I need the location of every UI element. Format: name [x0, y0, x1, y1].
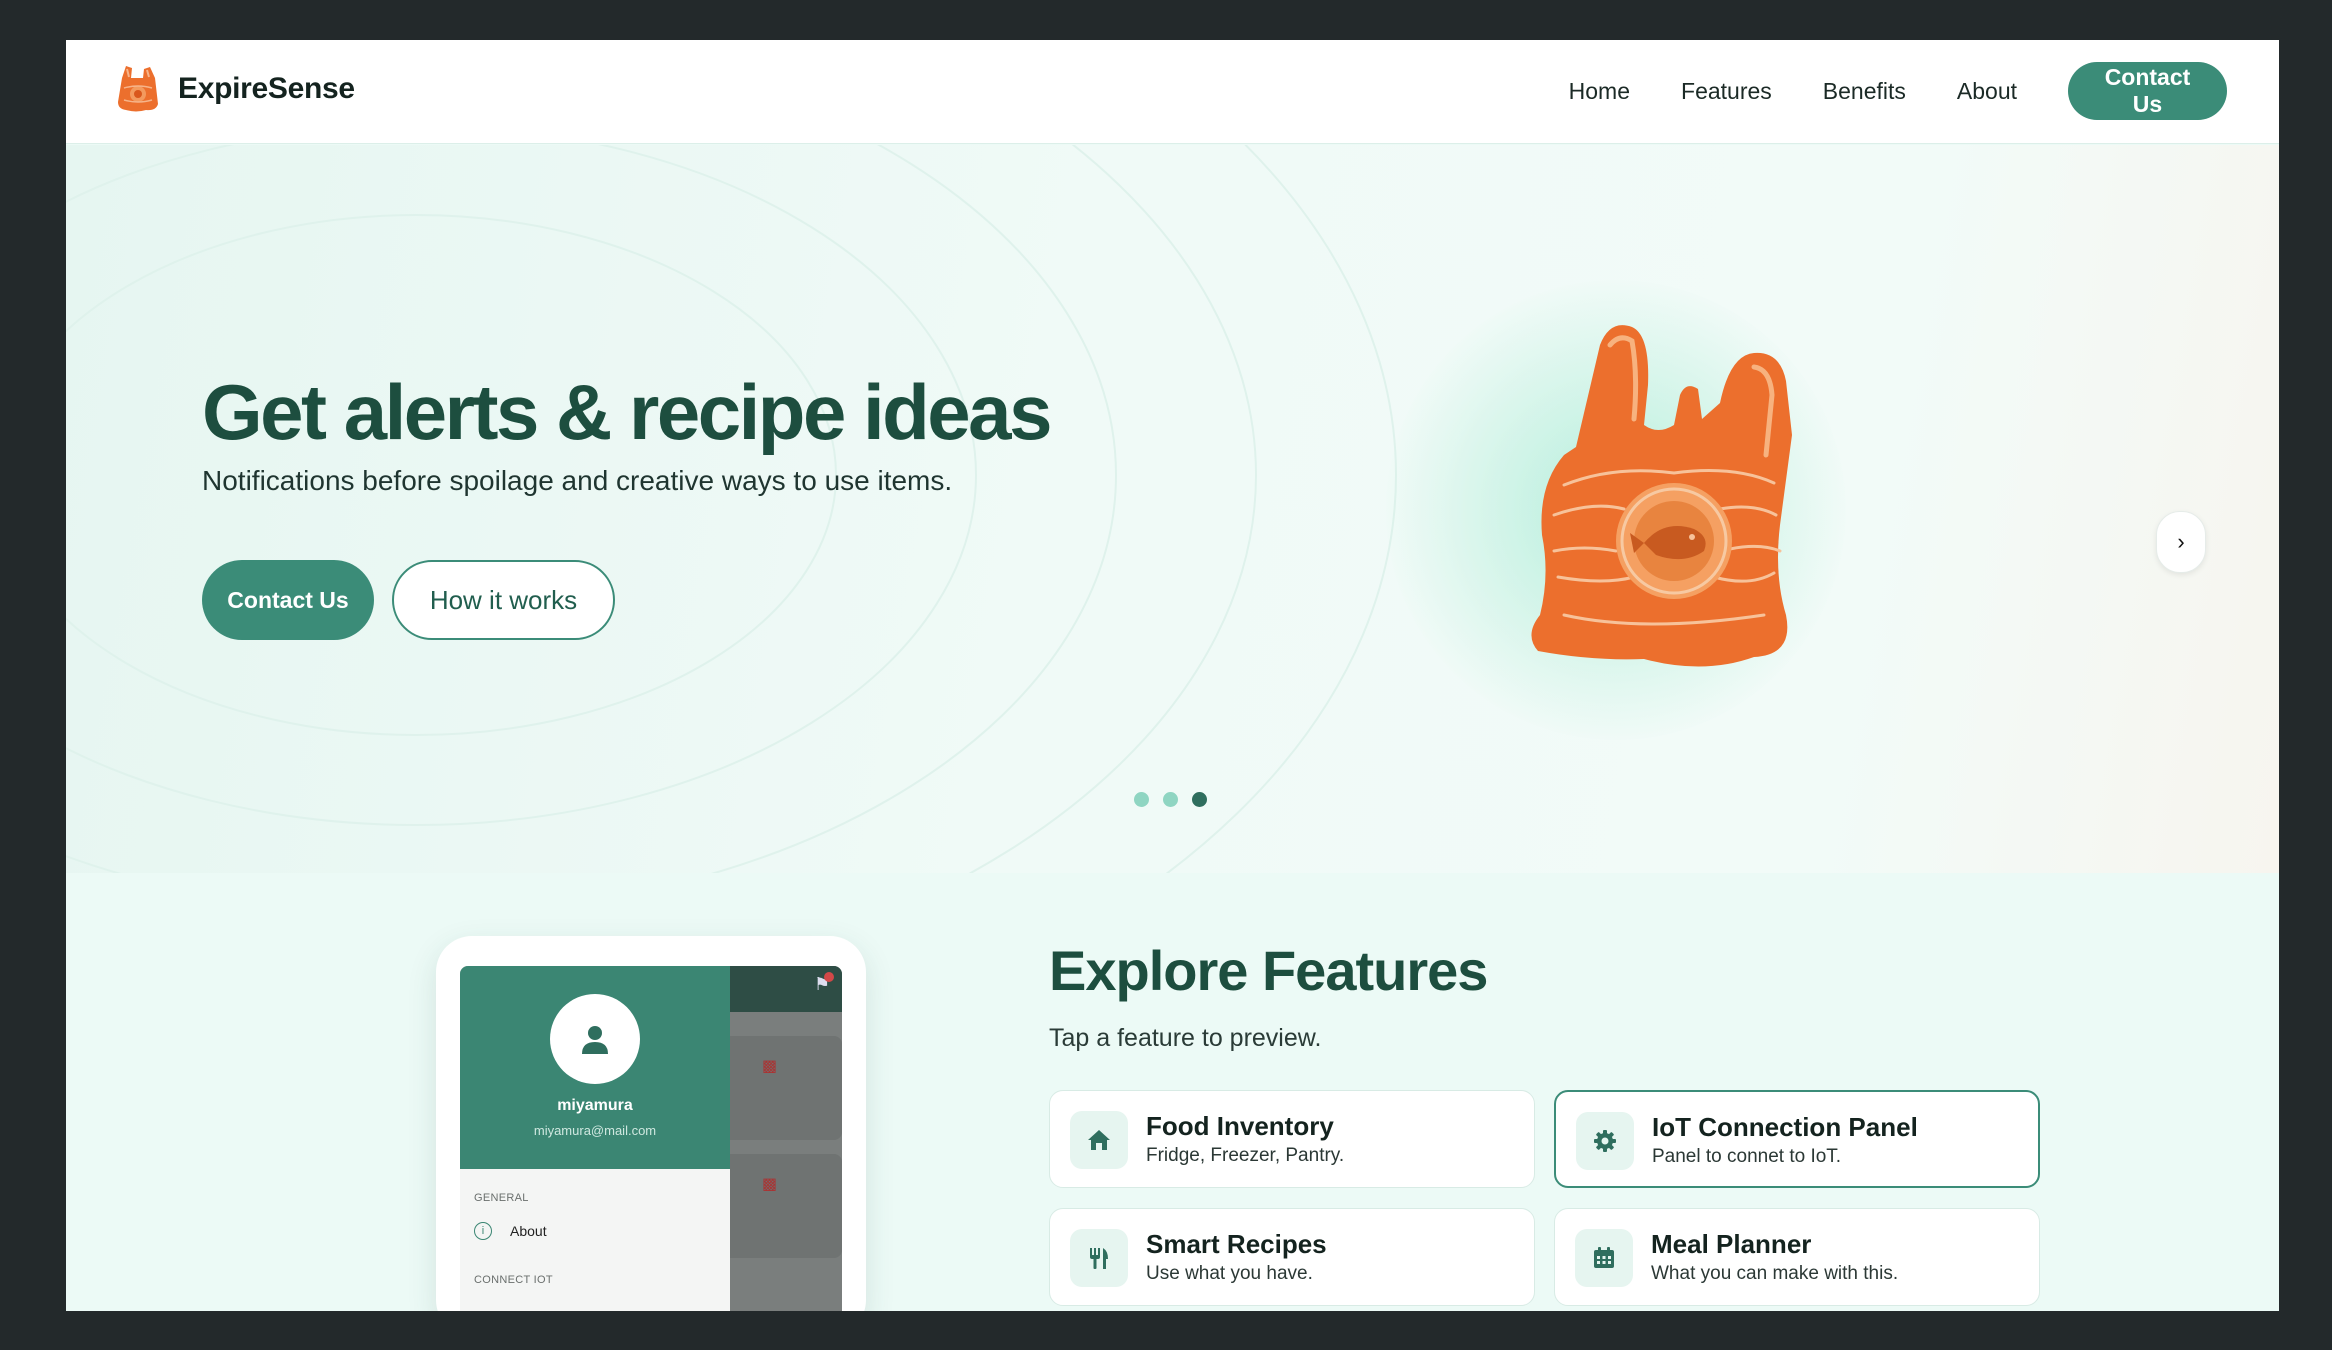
drawer-user-email: miyamura@mail.com	[533, 1123, 657, 1138]
feature-name: IoT Connection Panel	[1652, 1112, 1918, 1142]
feature-description: Panel to connet to IoT.	[1652, 1146, 1842, 1167]
avatar	[550, 994, 640, 1084]
phone-mockup: ⚑ ✎ ▩ ✎ ▩ miyamura	[436, 936, 866, 1311]
feature-description: Use what you have.	[1146, 1263, 1313, 1284]
drawer-section-connect-iot: CONNECT IOT	[474, 1274, 553, 1286]
hero-background-waves	[66, 145, 1397, 873]
feature-name: Food Inventory	[1146, 1111, 1334, 1141]
carousel-dot-1[interactable]	[1134, 792, 1149, 807]
hero-title: Get alerts & recipe ideas	[202, 368, 1052, 456]
trash-icon: ▩	[762, 1176, 778, 1193]
carousel-dot-3[interactable]	[1192, 792, 1207, 807]
gear-icon	[1576, 1112, 1634, 1170]
feature-card-smart-recipes[interactable]: Smart Recipes Use what you have.	[1049, 1208, 1535, 1306]
drawer-item-label: About	[510, 1223, 547, 1239]
phone-screen: ⚑ ✎ ▩ ✎ ▩ miyamura	[460, 966, 842, 1311]
trash-icon: ▩	[762, 1058, 778, 1075]
carousel-dot-2[interactable]	[1163, 792, 1178, 807]
features-subtitle: Tap a feature to preview.	[1049, 1024, 1322, 1052]
browser-viewport: ExpireSense Home Features Benefits About…	[66, 40, 2279, 1311]
how-it-works-button[interactable]: How it works	[392, 560, 615, 640]
shopping-bag-logo-icon	[118, 66, 158, 112]
nav-features-link[interactable]: Features	[1681, 78, 1772, 105]
brand[interactable]: ExpireSense	[116, 64, 355, 114]
home-icon	[1070, 1111, 1128, 1169]
utensils-icon	[1070, 1229, 1128, 1287]
user-icon	[582, 1026, 608, 1054]
hero-subtitle: Notifications before spoilage and creati…	[202, 465, 953, 496]
nav-contact-button[interactable]: Contact Us	[2068, 62, 2227, 120]
nav-benefits-link[interactable]: Benefits	[1823, 78, 1906, 105]
orange-plastic-bag-illustration-icon	[1531, 325, 1792, 667]
feature-name: Smart Recipes	[1146, 1229, 1327, 1259]
drawer-section-general: GENERAL	[474, 1192, 529, 1204]
feature-description: Fridge, Freezer, Pantry.	[1146, 1145, 1345, 1166]
feature-name: Meal Planner	[1651, 1229, 1812, 1259]
feature-description: What you can make with this.	[1651, 1263, 1899, 1284]
calendar-icon	[1575, 1229, 1633, 1287]
drawer-item-about[interactable]: i About	[474, 1222, 547, 1240]
top-navbar: ExpireSense Home Features Benefits About…	[66, 40, 2279, 144]
features-title: Explore Features	[1049, 939, 1488, 1002]
brand-name: ExpireSense	[178, 72, 355, 105]
drawer-user-name: miyamura	[557, 1097, 633, 1114]
hero-carousel: Get alerts & recipe ideas Notifications …	[66, 145, 2279, 873]
nav-about-link[interactable]: About	[1957, 78, 2017, 105]
app-side-drawer: miyamura miyamura@mail.com GENERAL i Abo…	[460, 966, 730, 1311]
feature-card-meal-planner[interactable]: Meal Planner What you can make with this…	[1554, 1208, 2040, 1306]
carousel-next-button[interactable]: ›	[2156, 511, 2206, 573]
feature-card-food-inventory[interactable]: Food Inventory Fridge, Freezer, Pantry.	[1049, 1090, 1535, 1188]
nav-links: Home Features Benefits About Contact Us	[1569, 62, 2227, 120]
info-icon: i	[474, 1222, 492, 1240]
notification-badge	[824, 972, 834, 982]
feature-card-iot-connection-panel[interactable]: IoT Connection Panel Panel to connet to …	[1554, 1090, 2040, 1188]
hero-contact-button[interactable]: Contact Us	[202, 560, 374, 640]
chevron-right-icon: ›	[2177, 529, 2185, 554]
drawer-profile-header: miyamura miyamura@mail.com	[460, 966, 730, 1169]
nav-home-link[interactable]: Home	[1569, 78, 1630, 105]
carousel-indicators	[1134, 792, 1221, 807]
